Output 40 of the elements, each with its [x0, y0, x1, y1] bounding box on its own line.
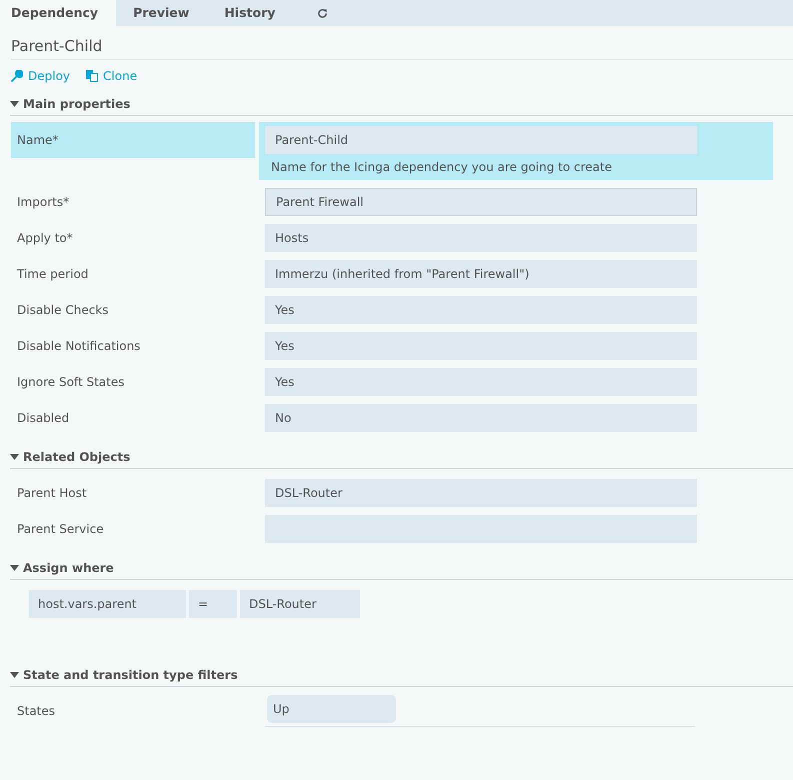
- field-label: Parent Service: [16, 521, 105, 538]
- input-field[interactable]: Yes: [265, 332, 697, 360]
- field-label: Ignore Soft States: [16, 374, 126, 391]
- field-label: Imports*: [16, 194, 70, 211]
- tab[interactable]: History: [213, 0, 294, 26]
- tab[interactable]: Preview: [122, 0, 208, 26]
- select-field[interactable]: Parent Firewall: [265, 188, 697, 216]
- caret-down-icon[interactable]: [10, 565, 19, 571]
- field-label: Disable Notifications: [16, 338, 142, 355]
- property-field[interactable]: host.vars.parent: [29, 590, 186, 618]
- clone-icon: [86, 70, 98, 82]
- section-title[interactable]: Related Objects: [23, 450, 130, 464]
- input-field[interactable]: Up: [267, 695, 396, 723]
- field-label: Name*: [11, 122, 255, 158]
- input-field[interactable]: Parent-Child: [265, 126, 697, 154]
- field-label: Apply to*: [16, 230, 74, 247]
- input-field[interactable]: DSL-Router: [265, 479, 697, 507]
- input-field[interactable]: Yes: [265, 368, 697, 396]
- input-field[interactable]: No: [265, 404, 697, 432]
- field-label: Time period: [16, 266, 90, 283]
- input-field[interactable]: [265, 515, 697, 543]
- value-field[interactable]: DSL-Router: [240, 590, 360, 618]
- input-field[interactable]: Yes: [265, 296, 697, 324]
- field-label: Parent Host: [16, 485, 88, 502]
- field-label: Disabled: [16, 410, 70, 427]
- tab[interactable]: Dependency: [0, 0, 116, 26]
- field-label: States: [16, 703, 56, 720]
- field-description: Name for the Icinga dependency you are going to create: [270, 160, 613, 176]
- caret-down-icon[interactable]: [10, 454, 19, 460]
- refresh-icon: [317, 8, 328, 18]
- section-title[interactable]: State and transition type filters: [23, 668, 238, 682]
- operator-field[interactable]: =: [189, 590, 237, 618]
- page-title: Parent-Child: [11, 37, 793, 60]
- field-label: Disable Checks: [16, 302, 110, 319]
- input-field[interactable]: Immerzu (inherited from "Parent Firewall"): [265, 260, 697, 288]
- input-field[interactable]: Hosts: [265, 224, 697, 252]
- section-title[interactable]: Assign where: [23, 561, 114, 575]
- caret-down-icon[interactable]: [10, 672, 19, 678]
- caret-down-icon[interactable]: [10, 101, 19, 107]
- section-title[interactable]: Main properties: [23, 97, 130, 111]
